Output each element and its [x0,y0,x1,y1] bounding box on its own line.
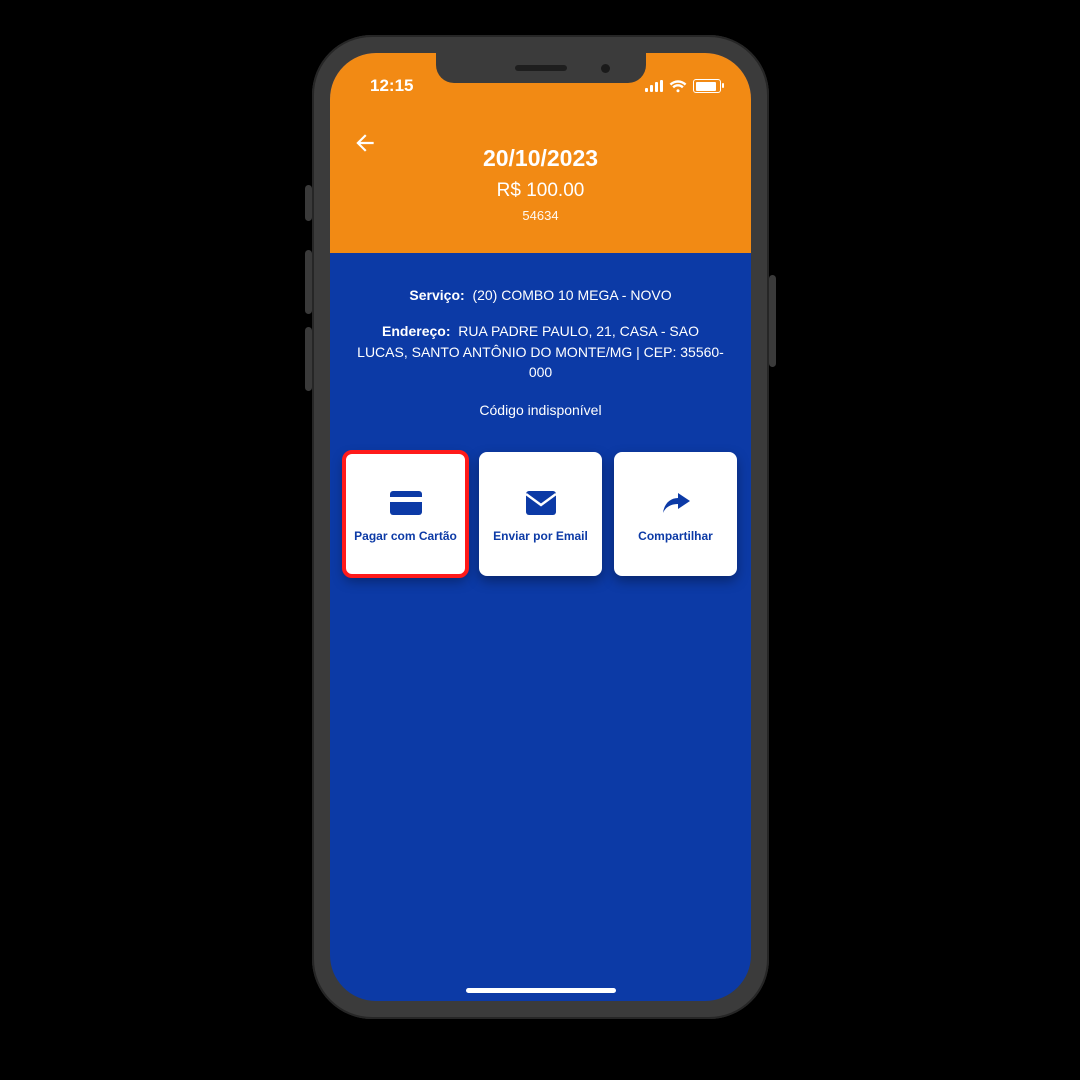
phone-frame: 12:15 20/10/2023 R$ 100.00 54634 [312,35,769,1019]
send-email-label: Enviar por Email [493,529,588,544]
share-label: Compartilhar [638,529,713,544]
home-indicator[interactable] [466,988,616,993]
action-row: Pagar com Cartão Enviar por Email C [330,420,751,576]
cellular-signal-icon [645,80,663,92]
invoice-date: 20/10/2023 [330,145,751,172]
send-email-button[interactable]: Enviar por Email [479,452,602,576]
barcode-status: Código indisponível [356,400,725,420]
share-icon [661,490,691,516]
mute-switch [305,185,312,221]
service-value: (20) COMBO 10 MEGA - NOVO [472,287,671,303]
volume-down-button [305,327,312,391]
wifi-icon [669,80,687,93]
invoice-amount: R$ 100.00 [330,180,751,202]
address-label: Endereço: [382,323,450,339]
volume-up-button [305,250,312,314]
notch [436,53,646,83]
share-button[interactable]: Compartilhar [614,452,737,576]
back-button[interactable] [350,128,380,158]
battery-icon [693,79,721,93]
screen: 12:15 20/10/2023 R$ 100.00 54634 [330,53,751,1001]
arrow-left-icon [352,130,378,156]
status-time: 12:15 [370,76,413,96]
pay-with-card-label: Pagar com Cartão [354,529,457,544]
credit-card-icon [390,491,422,515]
pay-with-card-button[interactable]: Pagar com Cartão [344,452,467,576]
service-label: Serviço: [409,287,464,303]
power-button [769,275,776,367]
invoice-details: Serviço: (20) COMBO 10 MEGA - NOVO Ender… [330,253,751,420]
invoice-code: 54634 [330,208,751,223]
email-icon [526,491,556,515]
